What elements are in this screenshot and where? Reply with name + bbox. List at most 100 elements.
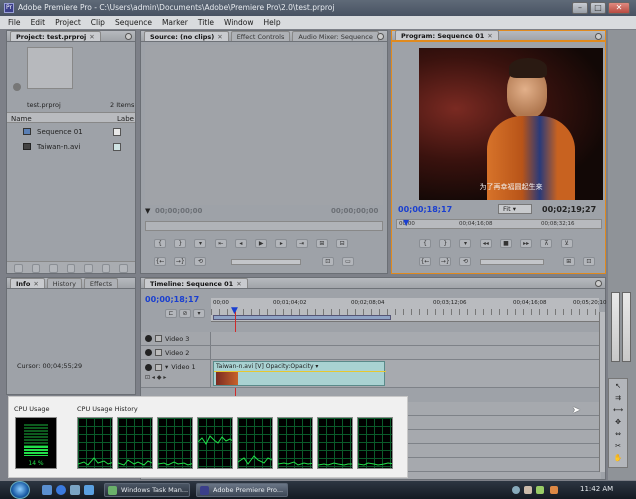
label-swatch[interactable] <box>113 128 121 136</box>
jog-shuttle[interactable] <box>231 259 301 265</box>
show-desktop-icon[interactable] <box>42 485 52 495</box>
trim-icon[interactable]: ⊞ <box>562 257 575 266</box>
tray-app-icon[interactable] <box>536 486 544 494</box>
lock-icon[interactable] <box>155 363 162 371</box>
program-current-tc[interactable]: 00;00;18;17 <box>398 205 452 214</box>
playhead-marker-icon[interactable]: ▼ <box>403 218 409 227</box>
insert-icon[interactable]: ⊞ <box>315 239 328 248</box>
selection-tool-icon[interactable]: ↖ <box>615 382 621 390</box>
ripple-edit-tool-icon[interactable]: ⟷ <box>613 406 623 414</box>
panel-menu-icon[interactable] <box>377 33 384 40</box>
trash-icon[interactable] <box>119 264 129 273</box>
tab-audio-mixer[interactable]: Audio Mixer: Sequence <box>292 31 379 41</box>
icon-view-icon[interactable] <box>31 264 41 273</box>
maximize-button[interactable]: □ <box>590 2 606 14</box>
menu-window[interactable]: Window <box>224 18 254 27</box>
menu-edit[interactable]: Edit <box>31 18 46 27</box>
loop-icon[interactable]: ⟲ <box>194 257 207 266</box>
automate-icon[interactable] <box>49 264 58 273</box>
timeline-ruler[interactable]: 00;00 00;01;04;02 00;02;08;04 00;03;12;0… <box>211 298 607 322</box>
eye-icon[interactable] <box>145 335 152 342</box>
tab-timeline[interactable]: Timeline: Sequence 01 ✕ <box>144 278 248 288</box>
panel-menu-icon[interactable] <box>125 33 132 40</box>
eye-icon[interactable] <box>145 363 152 371</box>
tray-alert-icon[interactable] <box>550 486 558 494</box>
new-bin-icon[interactable] <box>84 264 93 273</box>
list-view-icon[interactable] <box>14 264 23 273</box>
list-item[interactable]: Taiwan-n.avi <box>7 141 135 153</box>
mark-in-icon[interactable]: { <box>154 239 166 248</box>
timeline-scrollbar[interactable] <box>599 312 605 472</box>
go-next-marker-icon[interactable]: →} <box>439 257 452 266</box>
new-item-icon[interactable] <box>101 264 111 273</box>
fit-select[interactable]: Fit ▾ <box>498 204 532 214</box>
tab-effect-controls[interactable]: Effect Controls <box>230 31 291 41</box>
rolling-edit-tool-icon[interactable]: ✥ <box>615 418 621 426</box>
menu-marker[interactable]: Marker <box>162 18 188 27</box>
extract-icon[interactable]: ⊻ <box>560 239 573 248</box>
step-forward-icon[interactable]: ▸ <box>275 239 288 248</box>
label-swatch[interactable] <box>113 143 121 151</box>
tab-project[interactable]: Project: test.prproj ✕ <box>10 31 101 41</box>
mark-in-icon[interactable]: { <box>419 239 431 248</box>
go-next-marker-icon[interactable]: →} <box>174 257 187 266</box>
opacity-line[interactable] <box>214 371 386 372</box>
tab-info[interactable]: Info ✕ <box>10 278 45 288</box>
menu-project[interactable]: Project <box>55 18 81 27</box>
go-prev-marker-icon[interactable]: {← <box>419 257 431 266</box>
tab-source[interactable]: Source: (no clips) ✕ <box>144 31 229 41</box>
col-name[interactable]: Name <box>11 115 32 123</box>
step-forward-icon[interactable]: ▸▸ <box>520 239 533 248</box>
ie-icon[interactable] <box>56 485 66 495</box>
panel-menu-icon[interactable] <box>595 33 602 40</box>
output-icon[interactable]: ⊡ <box>582 257 595 266</box>
step-back-icon[interactable]: ◂ <box>234 239 247 248</box>
expand-track-icon[interactable]: ▾ <box>165 363 168 371</box>
go-prev-marker-icon[interactable]: {← <box>154 257 166 266</box>
tab-effects[interactable]: Effects <box>83 278 119 288</box>
go-out-icon[interactable]: ⇥ <box>295 239 308 248</box>
rate-stretch-tool-icon[interactable]: ⇔ <box>615 430 621 438</box>
list-item[interactable]: Sequence 01 <box>7 126 135 138</box>
play-preview-icon[interactable] <box>13 83 21 91</box>
output-icon[interactable]: ⊡ <box>321 257 334 266</box>
mark-out-icon[interactable]: } <box>439 239 452 248</box>
timeline-current-tc[interactable]: 00;00;18;17 <box>145 295 199 304</box>
overlay-icon[interactable]: ⊟ <box>336 239 349 248</box>
razor-tool-icon[interactable]: ✂ <box>615 442 621 450</box>
source-scrubber[interactable] <box>145 221 383 231</box>
loop-icon[interactable]: ⟲ <box>459 257 472 266</box>
panel-menu-icon[interactable] <box>595 280 602 287</box>
stop-icon[interactable]: ■ <box>499 239 512 248</box>
menu-help[interactable]: Help <box>264 18 281 27</box>
close-button[interactable]: ✕ <box>608 2 630 14</box>
play-icon[interactable]: ▶ <box>255 239 268 248</box>
jog-shuttle[interactable] <box>480 259 544 265</box>
track-select-tool-icon[interactable]: ⇉ <box>615 394 621 402</box>
tab-program[interactable]: Program: Sequence 01 ✕ <box>395 30 499 40</box>
switch-windows-icon[interactable] <box>70 485 80 495</box>
menu-sequence[interactable]: Sequence <box>115 18 152 27</box>
link-icon[interactable]: ⊘ <box>179 309 191 318</box>
marker-icon[interactable]: ▾ <box>459 239 472 248</box>
marker-add-icon[interactable]: ▾ <box>193 309 205 318</box>
keyframe-controls[interactable]: ⊡ ◂ ◆ ▸ <box>145 374 210 381</box>
taskbar-item-premiere[interactable]: Adobe Premiere Pro... <box>196 483 288 497</box>
minimize-button[interactable]: – <box>572 2 588 14</box>
lock-icon[interactable] <box>155 349 162 356</box>
find-icon[interactable] <box>66 264 76 273</box>
menu-clip[interactable]: Clip <box>91 18 105 27</box>
col-label[interactable]: Labe <box>117 115 134 123</box>
lock-icon[interactable] <box>155 335 162 342</box>
work-area-bar[interactable] <box>213 315 391 320</box>
eye-icon[interactable] <box>145 349 152 356</box>
mark-out-icon[interactable]: } <box>174 239 187 248</box>
start-button[interactable] <box>10 481 30 499</box>
menu-file[interactable]: File <box>8 18 21 27</box>
program-ruler[interactable]: 00;00 00;04;16;08 00;08;32;16 ▼ <box>396 218 602 229</box>
tab-history[interactable]: History <box>46 278 82 288</box>
snap-icon[interactable]: ⊏ <box>165 309 177 318</box>
clock[interactable]: 11:42 AM <box>580 485 613 493</box>
go-in-icon[interactable]: ⇤ <box>214 239 227 248</box>
lift-icon[interactable]: ⊼ <box>540 239 553 248</box>
